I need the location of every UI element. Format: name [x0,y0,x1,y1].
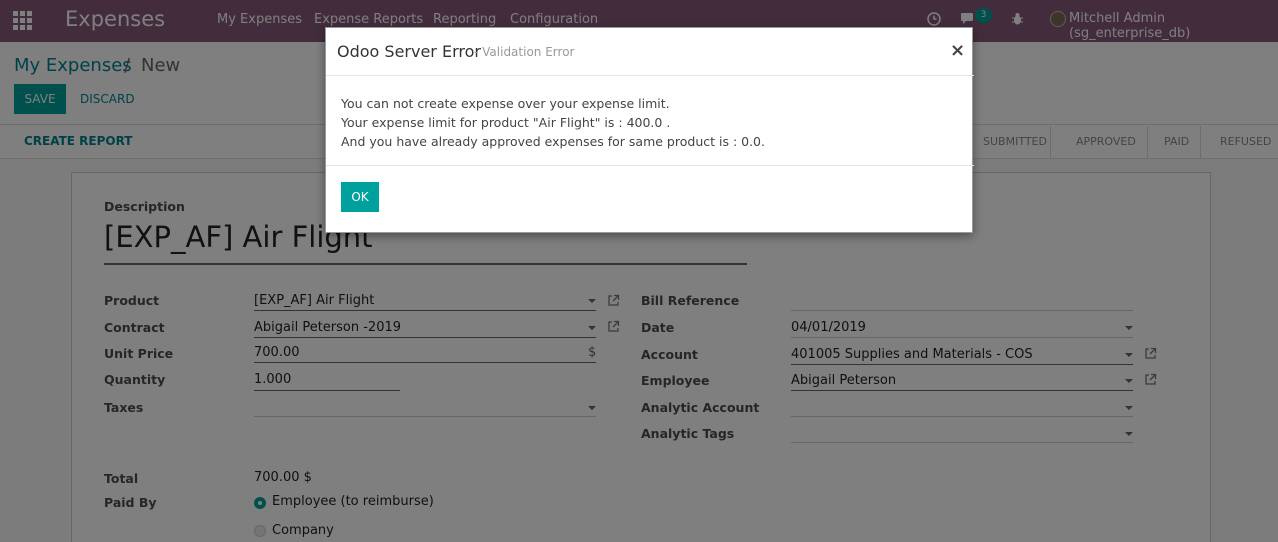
message-line-2: Your expense limit for product "Air Flig… [341,115,671,130]
message-line-1: You can not create expense over your exp… [341,96,670,111]
dialog-footer: OK [326,165,974,234]
dialog-title: Odoo Server Error [337,42,481,61]
error-dialog: Odoo Server Error - Validation Error × Y… [325,27,974,234]
ok-button[interactable]: OK [341,182,379,212]
close-icon[interactable]: × [950,40,965,61]
dialog-header: Odoo Server Error - Validation Error × [326,28,974,76]
dialog-subtitle: - Validation Error [474,45,575,59]
message-line-3: And you have already approved expenses f… [341,134,765,149]
dialog-message: You can not create expense over your exp… [341,94,765,151]
